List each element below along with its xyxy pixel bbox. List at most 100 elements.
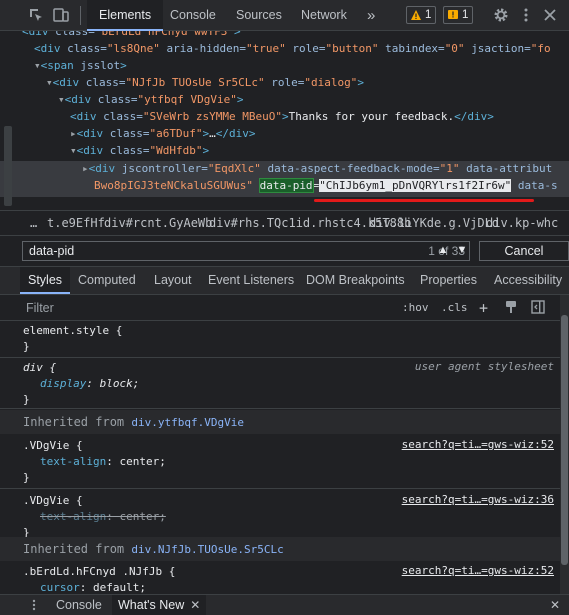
dom-node-line[interactable]: <div class="ls8Qne" aria-hidden="true" r… bbox=[34, 40, 551, 57]
dom-node-line[interactable]: ▸<div jscontroller="EqdXlc" data-aspect-… bbox=[82, 160, 552, 177]
tab-styles[interactable]: Styles bbox=[20, 267, 71, 294]
element-style-rule: element.style { } bbox=[0, 321, 560, 358]
search-query: data-pid bbox=[29, 244, 75, 258]
breadcrumb-item[interactable]: div.liYKde.g.VjDLd bbox=[369, 211, 499, 235]
elements-tree: <div class="bErdLd hFCnyd wwYF3"> <div cl… bbox=[0, 31, 569, 208]
more-tabs-button[interactable]: » bbox=[355, 0, 387, 31]
red-underline-annotation bbox=[314, 199, 534, 202]
tab-elements[interactable]: Elements bbox=[87, 0, 164, 31]
dom-node-line[interactable]: ▾<span jsslot> bbox=[34, 57, 127, 74]
tab-computed[interactable]: Computed bbox=[70, 267, 144, 294]
tab-accessibility[interactable]: Accessibility bbox=[486, 267, 569, 294]
tab-sources[interactable]: Sources bbox=[224, 0, 294, 31]
css-property[interactable]: cursor bbox=[40, 581, 80, 594]
dom-node-line[interactable]: ▾<div class="WdHfdb"> bbox=[70, 142, 209, 159]
tab-console[interactable]: Console bbox=[158, 0, 228, 31]
device-toolbar-icon[interactable] bbox=[53, 7, 69, 23]
user-agent-stylesheet-label: user agent stylesheet bbox=[414, 360, 554, 373]
drawer-tabs: Console What's New ✕ ✕ bbox=[0, 594, 569, 615]
rule-close: } bbox=[23, 471, 30, 484]
chevron-down-icon: ▼ bbox=[456, 244, 468, 256]
issues-count: 1 bbox=[462, 9, 469, 21]
more-options-icon[interactable] bbox=[518, 7, 534, 23]
rule-selector: .VDgVie { bbox=[23, 494, 83, 507]
settings-gear-icon[interactable] bbox=[493, 7, 509, 23]
issues-badge[interactable]: 1 bbox=[443, 6, 474, 24]
inherited-label: Inherited from bbox=[23, 542, 125, 556]
breadcrumb: … t.e9EfHf div#rcnt.GyAeWb div#rhs.TQc1i… bbox=[0, 210, 569, 236]
rule-close: } bbox=[23, 393, 30, 406]
tab-network[interactable]: Network bbox=[289, 0, 359, 31]
source-link[interactable]: search?q=ti…=gws-wiz:52 bbox=[402, 438, 554, 451]
breadcrumb-ellipsis[interactable]: … bbox=[30, 211, 37, 235]
breadcrumb-item[interactable]: div#rcnt.GyAeWb bbox=[104, 211, 212, 235]
rule-close: } bbox=[23, 340, 30, 353]
css-property-overridden[interactable]: text-align bbox=[40, 510, 106, 523]
chevron-up-icon: ▲ bbox=[437, 244, 449, 256]
vdgvie-rule-2: .VDgVie { search?q=ti…=gws-wiz:36 text-a… bbox=[0, 489, 560, 544]
breadcrumb-item[interactable]: div.kp-whc bbox=[486, 211, 558, 235]
css-property[interactable]: display bbox=[40, 377, 86, 390]
hover-state-toggle[interactable]: :hov bbox=[402, 295, 429, 321]
styles-scrollbar[interactable] bbox=[560, 295, 569, 594]
styles-filter-bar: Filter :hov .cls + bbox=[0, 295, 560, 321]
dom-node-line[interactable]: <div class="bErdLd hFCnyd wwYF3"> bbox=[22, 31, 241, 40]
vdgvie-rule-1: .VDgVie { search?q=ti…=gws-wiz:52 text-a… bbox=[0, 434, 560, 489]
rule-selector: .VDgVie { bbox=[23, 439, 83, 452]
search-next-button[interactable]: ▼ bbox=[452, 241, 472, 261]
tab-layout[interactable]: Layout bbox=[146, 267, 200, 294]
breadcrumb-item[interactable]: t.e9EfHf bbox=[47, 211, 105, 235]
dom-node-line[interactable]: <div class="SVeWrb zsYMMe MBeuO">Thanks … bbox=[70, 108, 494, 125]
source-link[interactable]: search?q=ti…=gws-wiz:36 bbox=[402, 493, 554, 506]
styles-pane: element.style { } div { user agent style… bbox=[0, 321, 560, 594]
warnings-badge[interactable]: 1 bbox=[406, 6, 437, 24]
tree-gutter-scroll bbox=[4, 126, 12, 206]
dom-node-line[interactable]: ▸<div class="a6TDuf">…</div> bbox=[70, 125, 255, 142]
inherited-header: Inherited from div.NJfJb.TUOsUe.Sr5CLc bbox=[0, 537, 560, 561]
tab-properties[interactable]: Properties bbox=[412, 267, 485, 294]
dom-node-line[interactable]: ▾<div class="ytfbqf VDgVie"> bbox=[58, 91, 243, 108]
scrollbar-thumb[interactable] bbox=[561, 315, 568, 565]
css-value-overridden[interactable]: center; bbox=[119, 510, 165, 523]
rule-selector: element.style { bbox=[23, 324, 123, 337]
dom-node-line[interactable]: ▾<div class="NJfJb TUOsUe Sr5CLc" role="… bbox=[46, 74, 364, 91]
dom-node-line[interactable]: Bwo8pIGJ3teNCkaluSGUWus" data-pid="ChIJb… bbox=[94, 177, 558, 194]
new-style-rule-button[interactable]: + bbox=[479, 295, 488, 321]
inherited-from-link[interactable]: div.NJfJb.TUOsUe.Sr5CLc bbox=[131, 543, 283, 556]
toolbar-divider bbox=[80, 6, 81, 25]
inherited-header: Inherited from div.ytfbqf.VDgVie bbox=[0, 410, 560, 434]
css-value[interactable]: default; bbox=[93, 581, 146, 594]
drawer-menu-icon[interactable] bbox=[28, 599, 40, 611]
drawer-tab-console[interactable]: Console bbox=[56, 595, 102, 615]
rule-selector: div { bbox=[23, 361, 57, 374]
toggle-sidebar-icon[interactable] bbox=[531, 300, 545, 314]
warnings-count: 1 bbox=[425, 9, 432, 21]
class-toggle[interactable]: .cls bbox=[441, 295, 468, 321]
issue-icon bbox=[448, 10, 458, 19]
inspect-element-icon[interactable] bbox=[28, 7, 44, 23]
css-property[interactable]: text-align bbox=[40, 455, 106, 468]
tab-dom-breakpoints[interactable]: DOM Breakpoints bbox=[298, 267, 413, 294]
search-prev-button[interactable]: ▲ bbox=[433, 241, 453, 261]
source-link[interactable]: search?q=ti…=gws-wiz:52 bbox=[402, 564, 554, 577]
search-cancel-button[interactable]: Cancel bbox=[479, 241, 569, 261]
paint-brush-icon[interactable] bbox=[504, 300, 518, 314]
dom-search-bar: data-pid 1 of 33 ▲ ▼ Cancel bbox=[0, 236, 569, 267]
whats-new-label: What's New bbox=[118, 598, 185, 612]
close-devtools-icon[interactable] bbox=[542, 7, 558, 23]
rule-selector: .bErdLd.hFCnyd .NJfJb { bbox=[23, 565, 176, 578]
inherited-label: Inherited from bbox=[23, 415, 125, 429]
css-value[interactable]: center; bbox=[119, 455, 165, 468]
tab-event-listeners[interactable]: Event Listeners bbox=[200, 267, 302, 294]
drawer-tab-whats-new[interactable]: What's New ✕ bbox=[112, 595, 207, 615]
css-value[interactable]: block; bbox=[100, 377, 140, 390]
ua-div-rule: div { user agent stylesheet display: blo… bbox=[0, 358, 560, 409]
dom-search-input[interactable]: data-pid 1 of 33 bbox=[22, 241, 470, 261]
close-drawer-icon[interactable]: ✕ bbox=[550, 595, 560, 615]
close-icon[interactable]: ✕ bbox=[190, 598, 200, 612]
njfjb-rule: .bErdLd.hFCnyd .NJfJb { search?q=ti…=gws… bbox=[23, 564, 554, 594]
sidebar-tabs: Styles Computed Layout Event Listeners D… bbox=[0, 267, 569, 295]
inherited-from-link[interactable]: div.ytfbqf.VDgVie bbox=[131, 416, 244, 429]
devtools-toolbar: Elements Console Sources Network » 1 1 bbox=[0, 0, 569, 31]
styles-filter-input[interactable]: Filter bbox=[26, 295, 54, 321]
